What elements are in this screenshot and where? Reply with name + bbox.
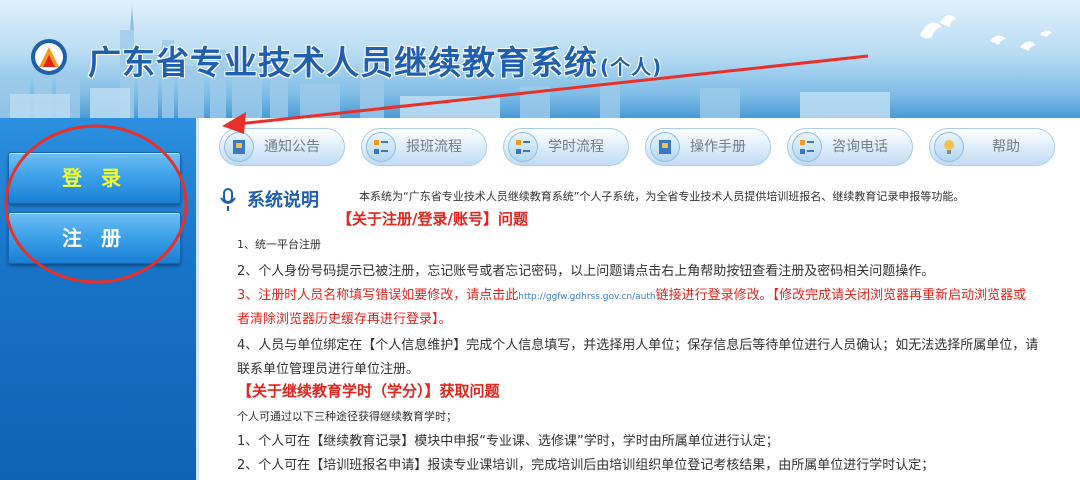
section-title-account: 【关于注册/登录/账号】问题 bbox=[337, 210, 528, 228]
content-line-red: 者清除浏览器历史缓存再进行登录】。 bbox=[237, 312, 452, 327]
site-title: 广东省专业技术人员继续教育系统 (个人) bbox=[88, 43, 663, 82]
menu-item-label: 帮助 bbox=[992, 139, 1020, 155]
site-logo-icon bbox=[31, 39, 67, 75]
manual-icon bbox=[650, 132, 680, 162]
login-button[interactable]: 登 录 bbox=[8, 152, 181, 204]
notice-icon bbox=[224, 132, 254, 162]
section-title-hours: 【关于继续教育学时（学分）】获取问题 bbox=[237, 382, 500, 400]
content-line: 2、个人身份号码提示已被注册，忘记账号或者忘记密码，以上问题请点击右上角帮助按钮… bbox=[237, 264, 935, 279]
flow-icon bbox=[366, 132, 396, 162]
main-panel: 通知公告 报班流程 学时流程 操作手册 咨询电话 帮助 系统说明 本系统为“广东… bbox=[196, 118, 1080, 480]
top-menu-bar: 通知公告 报班流程 学时流程 操作手册 咨询电话 帮助 bbox=[215, 128, 1055, 168]
doves-decoration-icon bbox=[920, 14, 1052, 51]
menu-item-label: 咨询电话 bbox=[832, 139, 888, 155]
site-banner: 广东省专业技术人员继续教育系统 (个人) bbox=[0, 0, 1080, 118]
content-line: 联系单位管理员进行单位注册。 bbox=[237, 362, 420, 377]
system-description: 本系统为“广东省专业技术人员继续教育系统”个人子系统，为全省专业技术人员提供培训… bbox=[359, 190, 965, 203]
auth-link[interactable]: http://ggfw.gdhrss.gov.cn/auth bbox=[518, 292, 655, 302]
content-line-red: 3、注册时人员名称填写错误如要修改，请点击此http://ggfw.gdhrss… bbox=[237, 288, 1027, 303]
microphone-icon bbox=[220, 188, 236, 211]
content-line: 2、个人可在【培训班报名申请】报读专业课培训，完成培训后由培训组织单位登记考核结… bbox=[237, 458, 935, 473]
menu-item-hours-flow[interactable]: 学时流程 bbox=[503, 128, 629, 166]
menu-item-label: 操作手册 bbox=[690, 139, 746, 155]
content-line: 1、个人可在【继续教育记录】模块中申报“专业课、选修课”学时，学时由所属单位进行… bbox=[237, 434, 779, 449]
menu-item-enroll-flow[interactable]: 报班流程 bbox=[361, 128, 487, 166]
phone-list-icon bbox=[792, 132, 822, 162]
system-title: 系统说明 bbox=[247, 190, 319, 211]
register-button[interactable]: 注 册 bbox=[8, 212, 181, 264]
menu-item-label: 通知公告 bbox=[264, 139, 320, 155]
menu-item-notice[interactable]: 通知公告 bbox=[219, 128, 345, 166]
content-line: 4、人员与单位绑定在【个人信息维护】完成个人信息填写，并选择用人单位；保存信息后… bbox=[237, 338, 1039, 353]
menu-item-manual[interactable]: 操作手册 bbox=[645, 128, 771, 166]
flow-icon bbox=[508, 132, 538, 162]
menu-item-label: 报班流程 bbox=[406, 139, 462, 155]
menu-item-hotline[interactable]: 咨询电话 bbox=[787, 128, 913, 166]
left-sidebar: 登 录 注 册 bbox=[0, 118, 196, 480]
content-line: 1、统一平台注册 bbox=[237, 238, 321, 251]
site-title-suffix: (个人) bbox=[600, 55, 663, 79]
menu-item-help[interactable]: 帮助 bbox=[929, 128, 1055, 166]
lightbulb-icon bbox=[934, 132, 964, 162]
content-line: 个人可通过以下三种途径获得继续教育学时； bbox=[237, 410, 457, 423]
menu-item-label: 学时流程 bbox=[548, 139, 604, 155]
